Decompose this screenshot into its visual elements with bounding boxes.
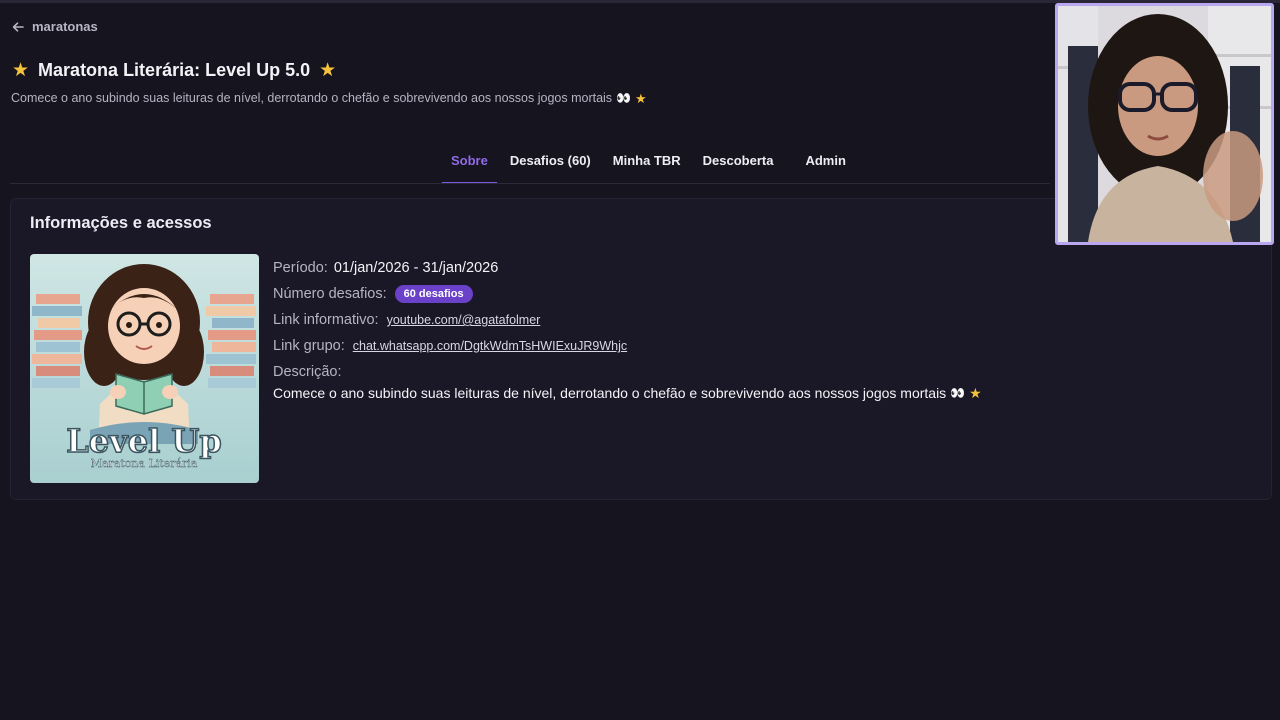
description-label: Descrição:	[273, 364, 342, 380]
back-link[interactable]: maratonas	[12, 19, 98, 34]
webcam-overlay	[1055, 3, 1274, 245]
info-link[interactable]: youtube.com/@agatafolmer	[387, 313, 541, 327]
info-card-title: Informações e acessos	[30, 214, 212, 232]
page-subtitle-text: Comece o ano subindo suas leituras de ní…	[11, 91, 613, 105]
tab-sobre[interactable]: Sobre	[442, 146, 497, 184]
tab-minha-tbr[interactable]: Minha TBR	[604, 146, 690, 184]
cover-image: Level Up Maratona Literária	[30, 254, 259, 483]
page-title-text: Maratona Literária: Level Up 5.0	[38, 60, 311, 80]
tab-descoberta[interactable]: Descoberta	[694, 146, 783, 184]
page-title: ★ Maratona Literária: Level Up 5.0 ★	[12, 60, 336, 81]
star-icon: ★	[12, 60, 30, 81]
cover-title: Level Up	[66, 422, 221, 460]
period-value: 01/jan/2026 - 31/jan/2026	[333, 260, 499, 276]
challenges-badge: 60 desafios	[394, 285, 473, 303]
info-details: Período: 01/jan/2026 - 31/jan/2026 Númer…	[273, 255, 982, 401]
period-label: Período:	[273, 260, 328, 276]
info-link-row: Link informativo: youtube.com/@agatafolm…	[273, 307, 982, 333]
description: Comece o ano subindo suas leituras de ní…	[273, 385, 982, 401]
eyes-icon: 👀	[950, 386, 966, 400]
info-link-label: Link informativo:	[273, 312, 379, 328]
page-subtitle: Comece o ano subindo suas leituras de ní…	[11, 91, 647, 105]
challenges-label: Número desafios:	[273, 286, 387, 302]
group-link[interactable]: chat.whatsapp.com/DgtkWdmTsHWIExuJR9Whjc	[353, 339, 627, 353]
group-link-label: Link grupo:	[273, 338, 345, 354]
star-icon: ★	[635, 90, 647, 106]
description-label-row: Descrição:	[273, 359, 982, 385]
eyes-icon: 👀	[616, 91, 632, 105]
challenges-row: Número desafios: 60 desafios	[273, 281, 982, 307]
tab-bar: Sobre Desafios (60) Minha TBR Descoberta…	[442, 146, 859, 184]
period-row: Período: 01/jan/2026 - 31/jan/2026	[273, 255, 982, 281]
arrow-left-icon	[12, 21, 24, 32]
back-link-label: maratonas	[32, 19, 98, 34]
star-icon: ★	[319, 60, 337, 81]
tabs-divider	[10, 183, 1050, 184]
tab-admin[interactable]: Admin	[796, 146, 854, 184]
tab-desafios[interactable]: Desafios (60)	[501, 146, 600, 184]
star-icon: ★	[969, 385, 982, 401]
cover-subtitle: Maratona Literária	[91, 457, 198, 470]
description-text: Comece o ano subindo suas leituras de ní…	[273, 385, 947, 401]
group-link-row: Link grupo: chat.whatsapp.com/DgtkWdmTsH…	[273, 333, 982, 359]
